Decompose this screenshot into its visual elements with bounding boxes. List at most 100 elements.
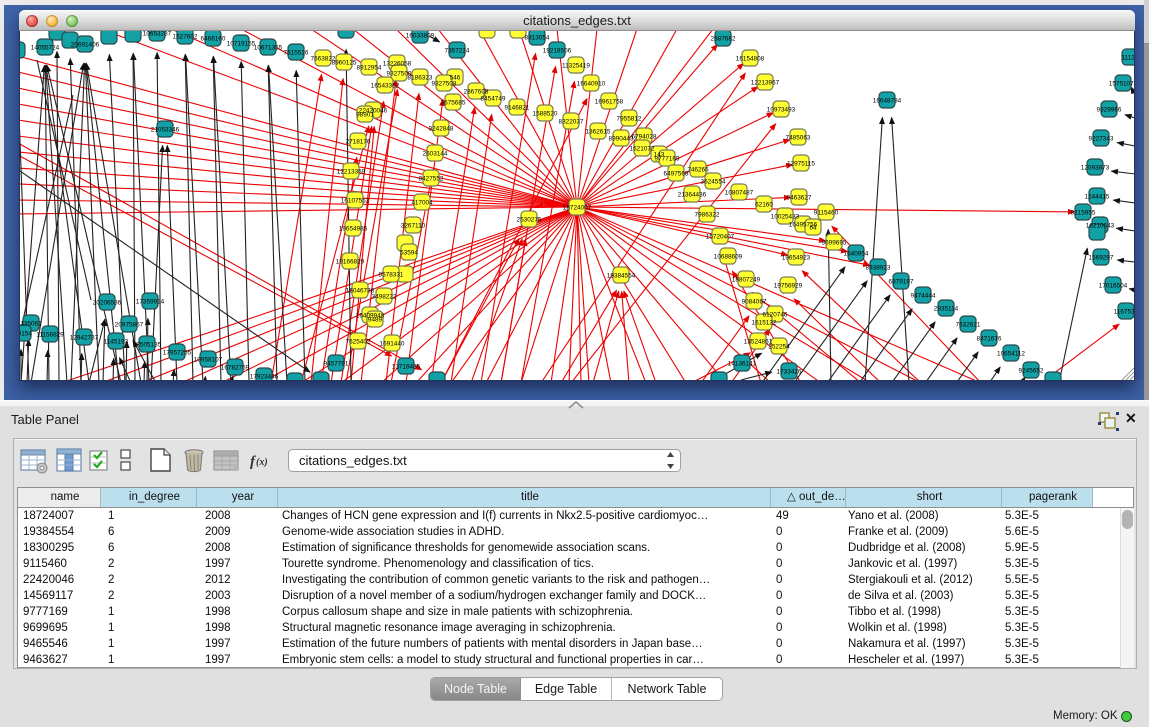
svg-text:1621072: 1621072: [630, 145, 655, 152]
svg-text:12213967: 12213967: [751, 79, 780, 86]
svg-text:16543362: 16543362: [371, 82, 400, 89]
svg-text:746266: 746266: [687, 166, 709, 173]
svg-text:7357224: 7357224: [445, 47, 470, 54]
svg-text:20206536: 20206536: [93, 299, 122, 306]
svg-text:19756929: 19756929: [774, 282, 803, 289]
svg-text:3624554: 3624554: [701, 178, 726, 185]
svg-text:16107552: 16107552: [341, 197, 370, 204]
svg-text:17016504: 17016504: [1099, 282, 1128, 289]
svg-text:252254: 252254: [768, 343, 790, 350]
svg-text:10654112: 10654112: [997, 350, 1025, 357]
svg-text:1733426: 1733426: [777, 368, 802, 375]
svg-text:10025433: 10025433: [771, 213, 800, 220]
svg-text:17957255: 17957255: [163, 349, 192, 356]
svg-text:53594: 53594: [400, 249, 418, 256]
svg-text:8454749: 8454749: [481, 95, 506, 102]
svg-text:1527602: 1527602: [173, 33, 198, 40]
svg-text:9329966: 9329966: [1097, 106, 1122, 113]
svg-text:6497568: 6497568: [664, 170, 689, 177]
svg-text:11156829: 11156829: [36, 331, 64, 338]
svg-text:7485063: 7485063: [786, 134, 811, 141]
svg-text:10719155: 10719155: [227, 40, 256, 47]
svg-text:9115460: 9115460: [814, 209, 839, 216]
svg-text:1569297: 1569297: [1089, 254, 1114, 261]
svg-text:7515526: 7515526: [284, 49, 309, 56]
svg-text:12942737: 12942737: [70, 334, 99, 341]
svg-text:3267110: 3267110: [401, 222, 426, 229]
svg-text:9489: 9489: [368, 316, 383, 323]
svg-text:2687682: 2687682: [711, 35, 736, 42]
svg-text:9146821: 9146821: [505, 104, 530, 111]
svg-text:16154808: 16154808: [736, 55, 765, 62]
svg-text:1615132: 1615132: [752, 319, 777, 326]
svg-text:7955812: 7955812: [617, 115, 642, 122]
svg-text:1145193: 1145193: [104, 338, 129, 345]
svg-text:9474444: 9474444: [911, 292, 936, 299]
svg-text:16648784: 16648784: [873, 97, 902, 104]
svg-text:12093873: 12093873: [1081, 164, 1110, 171]
svg-text:10671355: 10671355: [254, 44, 283, 51]
svg-text:10973493: 10973493: [767, 106, 796, 113]
svg-text:21053346: 21053346: [151, 126, 180, 133]
svg-text:16640910: 16640910: [577, 80, 606, 87]
svg-text:8215955: 8215955: [1071, 209, 1096, 216]
svg-text:20975867: 20975867: [115, 321, 144, 328]
svg-text:18724007: 18724007: [563, 204, 592, 211]
svg-text:6120746: 6120746: [763, 311, 788, 318]
svg-text:18807249: 18807249: [732, 276, 761, 283]
svg-text:15751074: 15751074: [1109, 80, 1135, 87]
svg-text:7625402: 7625402: [346, 338, 371, 345]
svg-text:8578331: 8578331: [379, 271, 404, 278]
svg-text:417004: 417004: [411, 199, 433, 206]
svg-text:21364436: 21364436: [678, 191, 707, 198]
svg-text:6879197: 6879197: [889, 278, 914, 285]
svg-text:16046738: 16046738: [346, 287, 375, 294]
svg-text:8322037: 8322037: [559, 118, 584, 125]
svg-text:8186323: 8186323: [408, 74, 433, 81]
svg-text:9457791: 9457791: [324, 360, 349, 367]
svg-text:11123: 11123: [1122, 54, 1135, 61]
svg-text:9463627: 9463627: [787, 194, 812, 201]
svg-text:6794028: 6794028: [632, 133, 657, 140]
svg-text:13716485: 13716485: [392, 363, 421, 370]
svg-text:10958107: 10958107: [194, 356, 223, 363]
svg-text:3498222: 3498222: [372, 293, 397, 300]
svg-text:7632621: 7632621: [956, 321, 981, 328]
svg-text:8471676: 8471676: [977, 335, 1002, 342]
svg-text:9084067: 9084067: [742, 298, 767, 305]
svg-text:98901: 98901: [356, 111, 374, 118]
svg-text:1244415: 1244415: [1085, 193, 1110, 200]
svg-text:12505135: 12505135: [133, 341, 162, 348]
svg-text:19654923: 19654923: [782, 254, 811, 261]
svg-text:8912954: 8912954: [357, 64, 382, 71]
svg-text:citations_edges.txt: citations_edges.txt: [299, 453, 407, 468]
svg-text:16961758: 16961758: [595, 98, 624, 105]
svg-text:8960125: 8960125: [332, 59, 357, 66]
svg-text:12213369: 12213369: [337, 168, 366, 175]
svg-text:12975115: 12975115: [787, 160, 815, 167]
svg-text:9327508: 9327508: [432, 80, 457, 87]
svg-text:9245652: 9245652: [1019, 367, 1044, 374]
svg-text:10807487: 10807487: [725, 189, 754, 196]
svg-text:1691440: 1691440: [380, 340, 405, 347]
svg-text:16782759: 16782759: [221, 364, 250, 371]
svg-text:2935114: 2935114: [934, 305, 959, 312]
svg-text:20691406: 20691406: [71, 41, 100, 48]
svg-text:2530275: 2530275: [517, 216, 542, 223]
svg-text:13226058: 13226058: [383, 60, 412, 67]
svg-text:16210643: 16210643: [1086, 222, 1115, 229]
svg-text:19384554: 19384554: [607, 272, 636, 279]
svg-text:39154: 39154: [20, 330, 32, 337]
svg-text:3675685: 3675685: [441, 99, 466, 106]
svg-text:9242848: 9242848: [429, 125, 454, 132]
svg-text:1362615: 1362615: [586, 128, 611, 135]
svg-text:6466160: 6466160: [201, 35, 226, 42]
svg-text:135061: 135061: [20, 320, 42, 327]
svg-text:7986322: 7986322: [695, 211, 720, 218]
svg-text:64: 64: [809, 224, 817, 231]
svg-text:8427552: 8427552: [419, 175, 444, 182]
svg-text:14055724: 14055724: [31, 44, 60, 51]
svg-text:8938923: 8938923: [866, 264, 891, 271]
svg-text:19654985: 19654985: [339, 225, 368, 232]
svg-text:2603144: 2603144: [423, 150, 448, 157]
